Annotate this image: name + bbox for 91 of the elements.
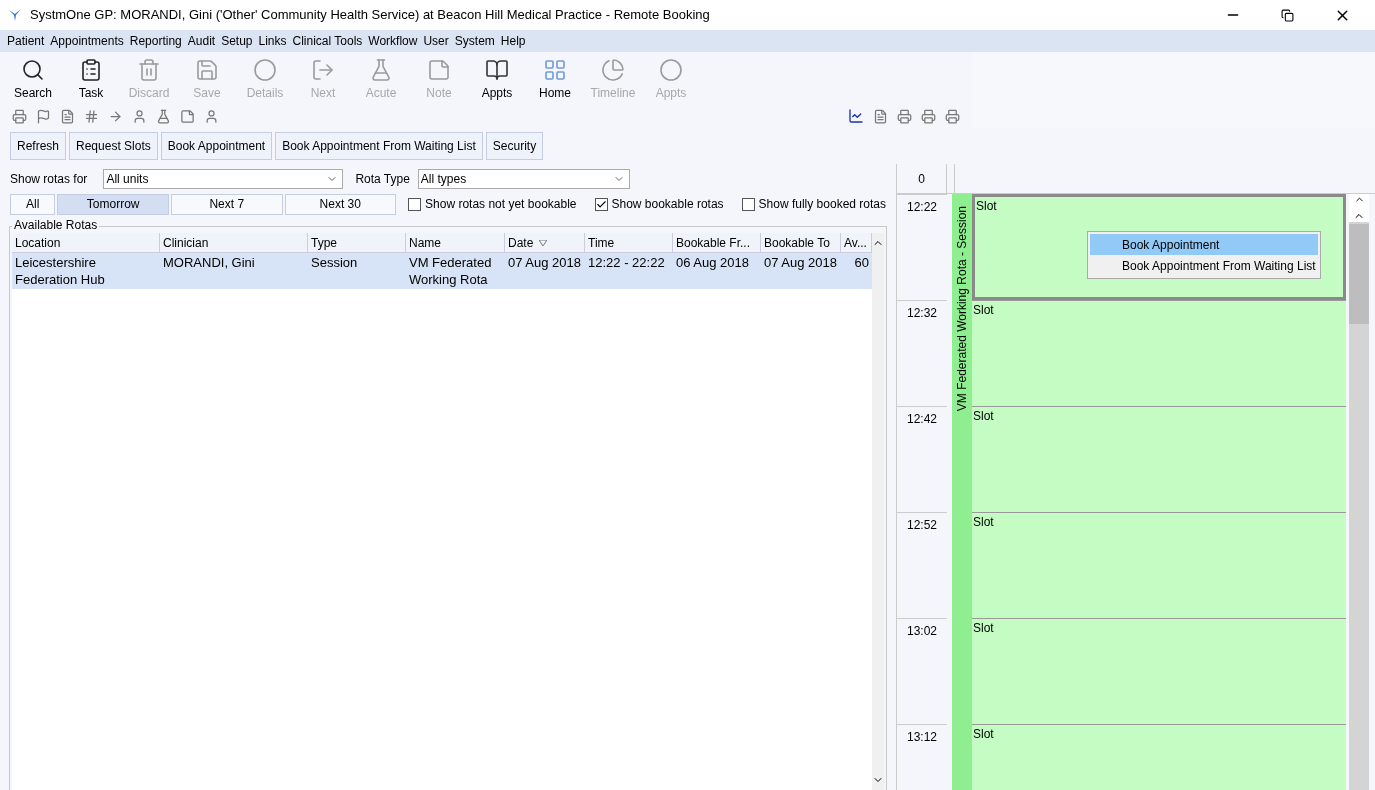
time-label: 12:52 [907,517,937,534]
exit-icon [311,58,335,82]
range-tab[interactable]: All [10,193,56,215]
scroll-thumb[interactable] [1349,224,1369,324]
numbers-icon[interactable] [84,108,99,124]
menu-item[interactable]: Clinical Tools [289,32,366,50]
search-icon [21,58,45,82]
time-label: 13:02 [907,623,937,640]
table-cell-text: Session [310,254,359,272]
person-icon[interactable] [132,108,147,124]
grid-icon [543,58,567,82]
checkbox-label: Show rotas not yet bookable [425,196,577,213]
checkbox-label: Show bookable rotas [611,196,724,213]
field-label: Show rotas for [10,171,88,188]
sort-icon [539,239,548,246]
time-label: 12:22 [907,199,937,216]
restore-icon[interactable] [1281,8,1294,22]
checkbox[interactable] [408,197,422,211]
table-cell-text: 07 Aug 2018 [507,254,583,272]
scrollbar[interactable] [1349,194,1369,790]
units-dropdown[interactable]: All units [103,169,344,189]
action-button[interactable]: Book Appointment From Waiting List [275,132,483,160]
flask-icon[interactable] [156,108,171,124]
printer-icon[interactable] [897,108,912,124]
document-icon[interactable] [60,108,75,124]
toolbar-button[interactable]: Task [62,56,120,104]
flag-icon[interactable] [36,108,51,124]
menu-item[interactable]: User [420,32,452,50]
arrow-icon[interactable] [108,108,123,124]
chart-icon[interactable] [848,108,864,124]
note-icon [427,58,451,82]
menu-item[interactable]: Help [497,32,529,50]
menu-item[interactable]: Book Appointment From Waiting List [1090,255,1318,276]
scrollbar[interactable] [872,233,884,790]
toolbar-button[interactable]: Appts [468,56,526,104]
table-cell-text: 06 Aug 2018 [675,254,751,272]
window-title: SystmOne GP: MORANDI, Gini ('Other' Community Health Service) at Beacon Hill Medical Practice - Remote Booking [30,6,710,25]
field-label: Rota Type [355,171,410,188]
person-icon[interactable] [204,108,219,124]
document-icon[interactable] [873,108,888,124]
menu-item[interactable]: Book Appointment [1090,234,1318,255]
range-tab[interactable]: Next 7 [170,193,283,215]
slot[interactable]: Slot [972,300,1346,406]
table-cell-text: VM Federated Working Rota [408,254,493,289]
checkbox[interactable] [594,197,608,211]
menu-item[interactable]: Appointments [47,32,127,50]
menu-item[interactable]: Reporting [126,32,185,50]
menu-item[interactable]: Setup [218,32,256,50]
column-header: 0 [897,164,947,193]
bottle-icon [369,58,393,82]
slot[interactable]: Slot [972,618,1346,724]
group-title: Available Rotas [12,218,100,232]
slot[interactable]: Slot [972,406,1346,512]
table-cell-text: 07 Aug 2018 [763,254,839,272]
rota-bar: VM Federated Working Rota - Session [952,194,972,790]
table-cell-text: MORANDI, Gini [162,254,256,272]
checkbox[interactable] [741,197,755,211]
time-label: 12:42 [907,411,937,428]
range-tab[interactable]: Tomorrow [57,193,169,215]
menu-item[interactable]: Links [255,32,290,50]
time-label: 12:32 [907,305,937,322]
time-label: 13:12 [907,729,937,746]
action-button[interactable]: Security [485,132,544,160]
action-button[interactable]: Book Appointment [160,132,273,160]
note-icon[interactable] [180,108,195,124]
rota-type-dropdown[interactable]: All types [417,169,630,189]
menu-item[interactable]: Workflow [365,32,421,50]
table-cell-text: 60 [853,254,870,272]
slot[interactable]: Slot [972,512,1346,618]
save-icon [195,58,219,82]
slot[interactable]: Slot [972,724,1346,790]
checkbox-label: Show fully booked rotas [758,196,886,213]
menu-item[interactable]: Audit [184,32,219,50]
action-button[interactable]: Request Slots [69,132,158,160]
menu-item[interactable]: System [451,32,498,50]
printer-icon[interactable] [921,108,936,124]
table-row[interactable]: Leicestershire Federation Hub MORANDI, Gini Session VM Federated Working Rota 07 Aug 2018 12:22 - 22:22 06 Aug 2018 07 Aug 2018 60 [12,253,872,289]
table-cell-text: Leicestershire Federation Hub [14,254,106,289]
circle-icon [253,58,277,82]
circle-icon [659,58,683,82]
table-cell-text: 12:22 - 22:22 [587,254,666,272]
book-icon [485,58,509,82]
printer-icon[interactable] [945,108,960,124]
bin-icon [137,58,161,82]
toolbar-button[interactable]: Home [526,56,584,104]
action-button[interactable]: Refresh [10,132,67,160]
pie-icon [601,58,625,82]
menu-item[interactable]: Patient [4,32,48,50]
clipboard-icon [79,58,103,82]
toolbar-button[interactable]: Search [4,56,62,104]
range-tab[interactable]: Next 30 [284,193,397,215]
